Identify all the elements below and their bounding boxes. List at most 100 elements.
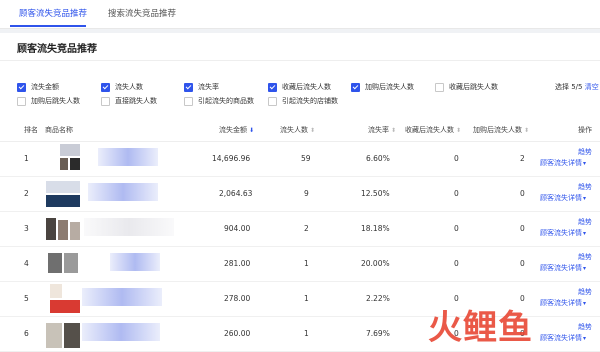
divider <box>0 60 600 61</box>
chevron-down-icon: ▾ <box>583 300 587 307</box>
table-row: 3 904.00 2 18.18% 0 0 趋势 顾客流失详情▾ <box>0 212 600 247</box>
loss-detail-link[interactable]: 顾客流失详情▾ <box>540 193 586 203</box>
product-name-redacted[interactable] <box>98 148 158 166</box>
col-rank: 排名 <box>24 126 38 134</box>
loss-detail-link[interactable]: 顾客流失详情▾ <box>540 298 586 308</box>
metric-checkbox-loss-products[interactable]: 引起流失的商品数 <box>184 95 254 107</box>
loss-detail-link[interactable]: 顾客流失详情▾ <box>540 228 586 238</box>
product-thumbnail[interactable] <box>46 319 80 348</box>
tab-search-loss[interactable]: 搜索流失竞品推荐 <box>108 7 176 19</box>
product-name-redacted[interactable] <box>88 183 158 201</box>
checkbox-icon[interactable] <box>101 82 110 92</box>
selection-count: 选择 5/5 清空 <box>555 83 599 91</box>
product-name-redacted[interactable] <box>84 218 174 236</box>
checkbox-icon[interactable] <box>268 82 277 92</box>
clear-selection-link[interactable]: 清空 <box>585 83 599 91</box>
col-users[interactable]: 流失人数 ⬍ <box>280 125 315 135</box>
checkbox-icon[interactable] <box>184 96 193 106</box>
trend-link[interactable]: 趋势 <box>578 147 592 157</box>
amount: 14,696.96 <box>212 154 251 163</box>
col-amount[interactable]: 流失金额 ⬇ <box>219 125 254 135</box>
checkbox-icon[interactable] <box>435 82 444 92</box>
amount: 904.00 <box>224 224 251 233</box>
loss-detail-link[interactable]: 顾客流失详情▾ <box>540 333 586 343</box>
tab-bar: 顾客流失竞品推荐 搜索流失竞品推荐 <box>0 0 600 29</box>
product-name-redacted[interactable] <box>110 253 160 271</box>
fav-loss: 0 <box>454 259 459 268</box>
rate: 12.50% <box>361 189 390 198</box>
fav-loss: 0 <box>454 189 459 198</box>
cart-loss: 0 <box>520 224 525 233</box>
users: 1 <box>304 259 309 268</box>
col-rate[interactable]: 流失率 ⬍ <box>368 125 396 135</box>
product-thumbnail[interactable] <box>46 214 80 243</box>
active-tab-indicator <box>10 25 86 27</box>
product-thumbnail[interactable] <box>46 179 80 208</box>
amount: 260.00 <box>224 329 251 338</box>
metric-checkbox-cart-loss[interactable]: 加购后流失人数 <box>351 81 414 93</box>
sort-icon[interactable]: ⬍ <box>310 127 315 134</box>
product-thumbnail[interactable] <box>46 144 80 173</box>
users: 59 <box>301 154 311 163</box>
trend-link[interactable]: 趋势 <box>578 287 592 297</box>
rate: 6.60% <box>366 154 390 163</box>
product-thumbnail[interactable] <box>46 284 80 313</box>
sort-icon[interactable]: ⬍ <box>524 127 529 134</box>
chevron-down-icon: ▾ <box>583 265 587 272</box>
watermark-logo: 火鲤鱼 <box>428 308 533 348</box>
trend-link[interactable]: 趋势 <box>578 252 592 262</box>
metric-checkbox-loss-shops[interactable]: 引起流失的店铺数 <box>268 95 338 107</box>
loss-detail-link[interactable]: 顾客流失详情▾ <box>540 158 586 168</box>
rank: 2 <box>24 189 29 198</box>
product-thumbnail[interactable] <box>46 249 80 278</box>
checkbox-icon[interactable] <box>17 82 26 92</box>
tab-customer-loss[interactable]: 顾客流失竞品推荐 <box>19 7 87 19</box>
metric-checkbox-users[interactable]: 流失人数 <box>101 81 143 93</box>
fav-loss: 0 <box>454 154 459 163</box>
table-row: 2 2,064.63 9 12.50% 0 0 趋势 顾客流失详情▾ <box>0 177 600 212</box>
metric-checkbox-fav-loss[interactable]: 收藏后流失人数 <box>268 81 331 93</box>
checkbox-icon[interactable] <box>101 96 110 106</box>
rate: 7.69% <box>366 329 390 338</box>
rank: 4 <box>24 259 29 268</box>
rate: 20.00% <box>361 259 390 268</box>
users: 9 <box>304 189 309 198</box>
metric-checkbox-direct-bounce[interactable]: 直接跳失人数 <box>101 95 157 107</box>
chevron-down-icon: ▾ <box>583 230 587 237</box>
metric-checkbox-rate[interactable]: 流失率 <box>184 81 219 93</box>
col-action: 操作 <box>578 126 592 134</box>
col-fav-loss[interactable]: 收藏后流失人数 ⬍ <box>405 125 461 135</box>
metric-checkbox-amount[interactable]: 流失金额 <box>17 81 59 93</box>
chevron-down-icon: ▾ <box>583 335 587 342</box>
rank: 6 <box>24 329 29 338</box>
chevron-down-icon: ▾ <box>583 160 587 167</box>
rate: 2.22% <box>366 294 390 303</box>
checkbox-icon[interactable] <box>17 96 26 106</box>
rank: 1 <box>24 154 29 163</box>
trend-link[interactable]: 趋势 <box>578 182 592 192</box>
checkbox-icon[interactable] <box>268 96 277 106</box>
trend-link[interactable]: 趋势 <box>578 322 592 332</box>
table-row: 4 281.00 1 20.00% 0 0 趋势 顾客流失详情▾ <box>0 247 600 282</box>
users: 1 <box>304 329 309 338</box>
product-name-redacted[interactable] <box>82 288 162 306</box>
rate: 18.18% <box>361 224 390 233</box>
table-row: 1 14,696.96 59 6.60% 0 2 趋势 顾客流失详情▾ <box>0 142 600 177</box>
trend-link[interactable]: 趋势 <box>578 217 592 227</box>
cart-loss: 2 <box>520 154 525 163</box>
sort-icon[interactable]: ⬍ <box>456 127 461 134</box>
sort-icon[interactable]: ⬍ <box>391 127 396 134</box>
metric-checkbox-cart-bounce[interactable]: 加购后跳失人数 <box>17 95 80 107</box>
col-cart-loss[interactable]: 加购后流失人数 ⬍ <box>473 125 529 135</box>
checkbox-icon[interactable] <box>351 82 360 92</box>
product-name-redacted[interactable] <box>82 323 160 341</box>
metric-checkbox-fav-bounce[interactable]: 收藏后跳失人数 <box>435 81 498 93</box>
cart-loss: 0 <box>520 259 525 268</box>
sort-desc-icon[interactable]: ⬇ <box>249 127 254 134</box>
cart-loss: 0 <box>520 189 525 198</box>
table-header: 排名 商品名称 流失金额 ⬇ 流失人数 ⬍ 流失率 ⬍ 收藏后流失人数 ⬍ 加购后流失人… <box>0 119 600 142</box>
loss-detail-link[interactable]: 顾客流失详情▾ <box>540 263 586 273</box>
amount: 278.00 <box>224 294 251 303</box>
users: 2 <box>304 224 309 233</box>
checkbox-icon[interactable] <box>184 82 193 92</box>
